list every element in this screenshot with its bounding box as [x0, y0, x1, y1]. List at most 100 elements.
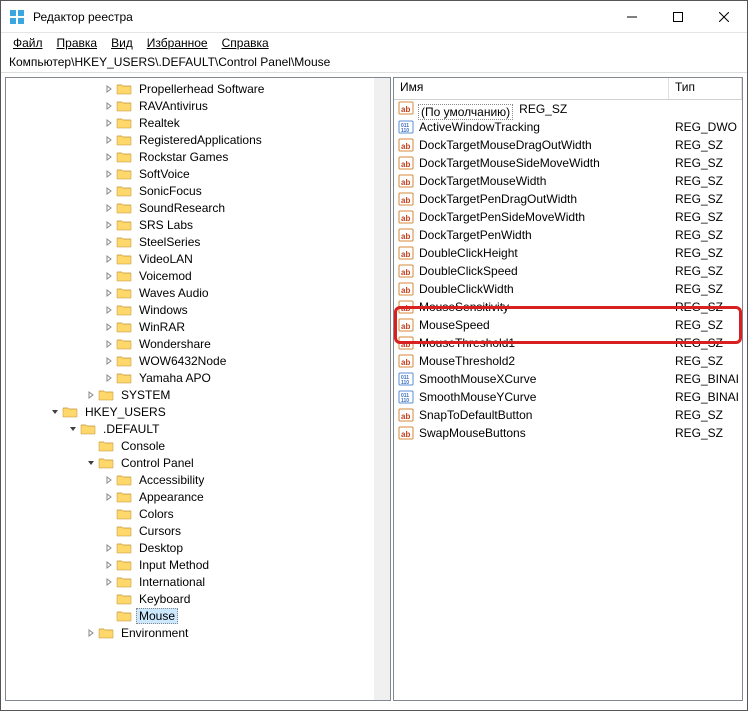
menu-favorites[interactable]: Избранное: [141, 35, 214, 51]
list-row[interactable]: abDockTargetPenWidthREG_SZ: [394, 226, 742, 244]
tree-item[interactable]: Accessibility: [6, 471, 374, 488]
expander-icon[interactable]: [102, 353, 116, 369]
tree-item[interactable]: WinRAR: [6, 318, 374, 335]
address-bar[interactable]: Компьютер\HKEY_USERS\.DEFAULT\Control Pa…: [1, 53, 747, 73]
menu-view[interactable]: Вид: [105, 35, 139, 51]
column-name[interactable]: Имя: [394, 78, 669, 99]
tree-item[interactable]: Desktop: [6, 539, 374, 556]
list-row[interactable]: abMouseThreshold1REG_SZ: [394, 334, 742, 352]
tree-item[interactable]: HKEY_USERS: [6, 403, 374, 420]
expander-icon[interactable]: [102, 132, 116, 148]
expander-icon[interactable]: [102, 285, 116, 301]
expander-icon[interactable]: [102, 251, 116, 267]
menu-file[interactable]: Файл: [7, 35, 49, 51]
expander-icon[interactable]: [102, 336, 116, 352]
tree-item[interactable]: Control Panel: [6, 454, 374, 471]
expander-icon[interactable]: [102, 302, 116, 318]
close-button[interactable]: [701, 1, 747, 33]
expander-icon[interactable]: [102, 591, 116, 607]
minimize-button[interactable]: [609, 1, 655, 33]
list-row[interactable]: abDockTargetPenSideMoveWidthREG_SZ: [394, 208, 742, 226]
expander-icon[interactable]: [84, 625, 98, 641]
tree-item[interactable]: Console: [6, 437, 374, 454]
tree-item[interactable]: Waves Audio: [6, 284, 374, 301]
list-row[interactable]: ab(По умолчанию)REG_SZ: [394, 100, 742, 118]
tree-item[interactable]: SRS Labs: [6, 216, 374, 233]
expander-icon[interactable]: [102, 574, 116, 590]
list-row[interactable]: abMouseSpeedREG_SZ: [394, 316, 742, 334]
list-pane[interactable]: Имя Тип ab(По умолчанию)REG_SZ011110Acti…: [393, 77, 743, 701]
expander-icon[interactable]: [102, 489, 116, 505]
list-row[interactable]: abSnapToDefaultButtonREG_SZ: [394, 406, 742, 424]
tree-item[interactable]: Appearance: [6, 488, 374, 505]
expander-icon[interactable]: [84, 387, 98, 403]
expander-icon[interactable]: [102, 166, 116, 182]
tree-item[interactable]: SoundResearch: [6, 199, 374, 216]
expander-icon[interactable]: [102, 268, 116, 284]
list-row[interactable]: abDockTargetMouseSideMoveWidthREG_SZ: [394, 154, 742, 172]
tree-item[interactable]: Cursors: [6, 522, 374, 539]
list-row[interactable]: abDockTargetMouseWidthREG_SZ: [394, 172, 742, 190]
list-row[interactable]: abDoubleClickSpeedREG_SZ: [394, 262, 742, 280]
expander-icon[interactable]: [102, 472, 116, 488]
tree-item[interactable]: Keyboard: [6, 590, 374, 607]
list-row[interactable]: abDoubleClickHeightREG_SZ: [394, 244, 742, 262]
expander-icon[interactable]: [84, 455, 98, 471]
expander-icon[interactable]: [48, 404, 62, 420]
expander-icon[interactable]: [102, 319, 116, 335]
expander-icon[interactable]: [84, 438, 98, 454]
expander-icon[interactable]: [102, 608, 116, 624]
tree-item[interactable]: Yamaha APO: [6, 369, 374, 386]
tree-item[interactable]: Voicemod: [6, 267, 374, 284]
tree-item[interactable]: International: [6, 573, 374, 590]
tree-item[interactable]: VideoLAN: [6, 250, 374, 267]
tree-item[interactable]: SYSTEM: [6, 386, 374, 403]
maximize-button[interactable]: [655, 1, 701, 33]
list-row[interactable]: abDockTargetMouseDragOutWidthREG_SZ: [394, 136, 742, 154]
tree-item[interactable]: Rockstar Games: [6, 148, 374, 165]
menu-help[interactable]: Справка: [216, 35, 275, 51]
tree-item[interactable]: SoftVoice: [6, 165, 374, 182]
list-row[interactable]: abSwapMouseButtonsREG_SZ: [394, 424, 742, 442]
tree-item[interactable]: Input Method: [6, 556, 374, 573]
expander-icon[interactable]: [102, 183, 116, 199]
tree-item[interactable]: SonicFocus: [6, 182, 374, 199]
expander-icon[interactable]: [66, 421, 80, 437]
expander-icon[interactable]: [102, 98, 116, 114]
expander-icon[interactable]: [102, 557, 116, 573]
list-row[interactable]: abDoubleClickWidthREG_SZ: [394, 280, 742, 298]
tree-item[interactable]: RegisteredApplications: [6, 131, 374, 148]
tree-pane[interactable]: Propellerhead SoftwareRAVAntivirusRealte…: [5, 77, 391, 701]
tree-item[interactable]: Colors: [6, 505, 374, 522]
tree-item[interactable]: Wondershare: [6, 335, 374, 352]
tree-item[interactable]: RAVAntivirus: [6, 97, 374, 114]
tree-item[interactable]: Environment: [6, 624, 374, 641]
menu-edit[interactable]: Правка: [51, 35, 104, 51]
tree-item[interactable]: Windows: [6, 301, 374, 318]
tree-item[interactable]: Realtek: [6, 114, 374, 131]
expander-icon[interactable]: [102, 540, 116, 556]
tree-scrollbar[interactable]: [374, 78, 390, 700]
list-row[interactable]: abDockTargetPenDragOutWidthREG_SZ: [394, 190, 742, 208]
expander-icon[interactable]: [102, 217, 116, 233]
titlebar[interactable]: Редактор реестра: [1, 1, 747, 33]
expander-icon[interactable]: [102, 234, 116, 250]
expander-icon[interactable]: [102, 81, 116, 97]
column-type[interactable]: Тип: [669, 78, 742, 99]
expander-icon[interactable]: [102, 370, 116, 386]
tree-item[interactable]: Mouse: [6, 607, 374, 624]
list-row[interactable]: abMouseSensitivityREG_SZ: [394, 298, 742, 316]
tree-item[interactable]: WOW6432Node: [6, 352, 374, 369]
tree-item[interactable]: .DEFAULT: [6, 420, 374, 437]
expander-icon[interactable]: [102, 149, 116, 165]
list-row[interactable]: 011110ActiveWindowTrackingREG_DWO: [394, 118, 742, 136]
expander-icon[interactable]: [102, 200, 116, 216]
list-row[interactable]: 011110SmoothMouseYCurveREG_BINAI: [394, 388, 742, 406]
tree-item[interactable]: SteelSeries: [6, 233, 374, 250]
expander-icon[interactable]: [102, 523, 116, 539]
expander-icon[interactable]: [102, 115, 116, 131]
expander-icon[interactable]: [102, 506, 116, 522]
list-row[interactable]: 011110SmoothMouseXCurveREG_BINAI: [394, 370, 742, 388]
tree-item[interactable]: Propellerhead Software: [6, 80, 374, 97]
list-row[interactable]: abMouseThreshold2REG_SZ: [394, 352, 742, 370]
